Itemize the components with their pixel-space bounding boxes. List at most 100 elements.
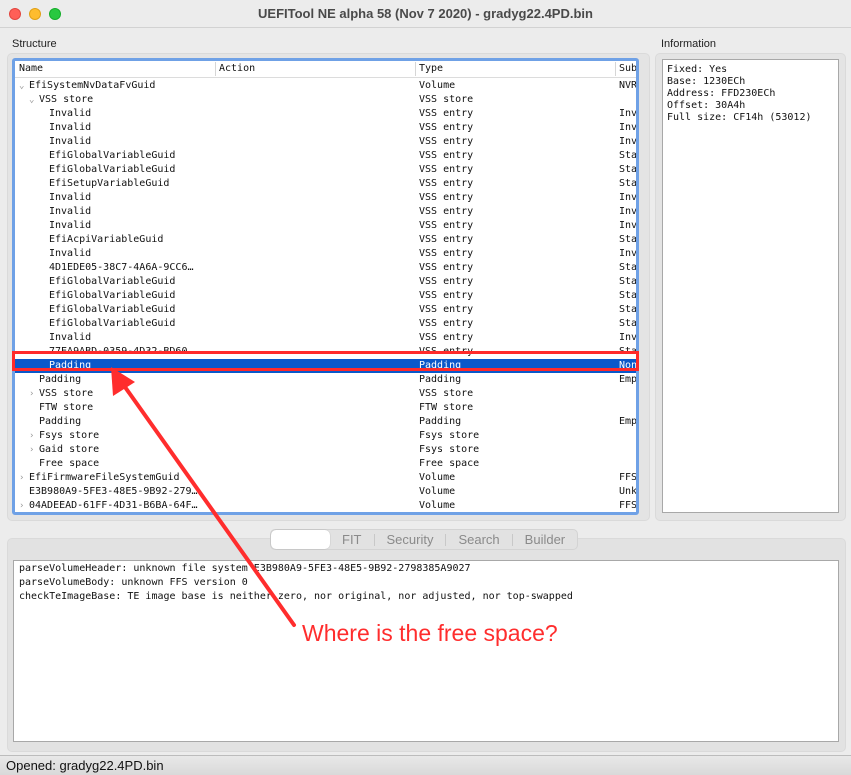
tree-row[interactable]: EfiGlobalVariableGuid VSS entry Standard	[15, 275, 636, 289]
tab-fit[interactable]: FIT	[330, 530, 374, 549]
row-name-text: Invalid	[49, 122, 92, 133]
row-name-text: Fsys store	[39, 430, 100, 441]
tree-row[interactable]: › Gaid store Fsys store	[15, 443, 636, 457]
row-name: Invalid	[15, 248, 215, 259]
row-name-text: E3B980A9-5FE3-48E5-9B92-279…	[29, 486, 198, 497]
tree-row[interactable]: FTW store FTW store	[15, 401, 636, 415]
row-name-text: Free space	[39, 458, 100, 469]
row-subtype: Unknown	[619, 486, 638, 497]
column-header-name[interactable]: Name	[19, 63, 43, 74]
row-type: VSS entry	[419, 206, 474, 217]
tree-row[interactable]: Invalid VSS entry Invalid	[15, 331, 636, 345]
row-type: Volume	[419, 486, 456, 497]
tree-row[interactable]: EfiSetupVariableGuid VSS entry Standard	[15, 177, 636, 191]
column-header-action[interactable]: Action	[219, 63, 255, 74]
row-type: VSS entry	[419, 248, 474, 259]
row-name: Invalid	[15, 332, 215, 343]
tree-row[interactable]: Free space Free space	[15, 457, 636, 471]
row-subtype: Invalid	[619, 136, 638, 147]
tree-row[interactable]: Padding Padding Empty	[15, 373, 636, 387]
tree-row[interactable]: E3B980A9-5FE3-48E5-9B92-279… Volume Unknow…	[15, 485, 636, 499]
row-name: EfiAcpiVariableGuid	[15, 234, 215, 245]
tree-row[interactable]: EfiGlobalVariableGuid VSS entry Standard	[15, 149, 636, 163]
tree-row[interactable]: ⌄ VSS store VSS store	[15, 93, 636, 107]
row-subtype: Standard	[619, 346, 638, 357]
tree-row[interactable]: 4D1EDE05-38C7-4A6A-9CC6… VSS entry Standar…	[15, 261, 636, 275]
row-name-text: VSS store	[39, 94, 94, 105]
tree-row[interactable]: Invalid VSS entry Invalid	[15, 205, 636, 219]
tree-row[interactable]: EfiGlobalVariableGuid VSS entry Standard	[15, 289, 636, 303]
structure-tree[interactable]: Name Action Type Subtype ⌄EfiSystemNvDat…	[12, 58, 639, 515]
row-subtype: Standard	[619, 276, 638, 287]
tree-row[interactable]: Invalid VSS entry Invalid	[15, 219, 636, 233]
row-name: Free space	[15, 458, 215, 469]
row-name: › 04ADEEAD-61FF-4D31-B6BA-64F…	[15, 500, 215, 511]
row-type: VSS entry	[419, 122, 474, 133]
tree-row[interactable]: Invalid VSS entry Invalid	[15, 121, 636, 135]
tree-row[interactable]: › VSS store VSS store	[15, 387, 636, 401]
row-subtype: Standard	[619, 178, 638, 189]
tree-row[interactable]: ›04ADEEAD-61FF-4D31-B6BA-64F… Volume FFSv2	[15, 499, 636, 512]
chevron-right-icon[interactable]: ›	[19, 473, 29, 483]
tree-row[interactable]: ⌄EfiSystemNvDataFvGuid Volume NVRAM	[15, 79, 636, 93]
row-type: VSS entry	[419, 178, 474, 189]
row-subtype: Empty	[619, 374, 638, 385]
tree-row[interactable]: EfiGlobalVariableGuid VSS entry Standard	[15, 163, 636, 177]
message-line[interactable]: checkTeImageBase: TE image base is neith…	[19, 590, 833, 604]
row-type: Padding	[419, 360, 462, 371]
tree-row[interactable]: › Fsys store Fsys store	[15, 429, 636, 443]
tree-row[interactable]: ›EfiFirmwareFileSystemGuid Volume FFSv2	[15, 471, 636, 485]
chevron-down-icon[interactable]: ⌄	[19, 81, 29, 91]
row-name-text: VSS store	[39, 388, 94, 399]
chevron-right-icon[interactable]: ›	[29, 431, 39, 441]
row-type: VSS entry	[419, 234, 474, 245]
tab-parser[interactable]	[271, 530, 330, 549]
row-subtype: Invalid	[619, 192, 638, 203]
chevron-right-icon[interactable]: ›	[29, 445, 39, 455]
chevron-right-icon[interactable]: ›	[19, 501, 29, 511]
tree-row[interactable]: Padding Padding Empty	[15, 415, 636, 429]
title-bar: UEFITool NE alpha 58 (Nov 7 2020) - grad…	[0, 0, 851, 28]
row-subtype: Standard	[619, 150, 638, 161]
row-name-text: FTW store	[39, 402, 94, 413]
row-name-text: EfiAcpiVariableGuid	[49, 234, 164, 245]
row-name: › Gaid store	[15, 444, 215, 455]
column-header-subtype[interactable]: Subtype	[619, 63, 636, 74]
row-name: EfiSetupVariableGuid	[15, 178, 215, 189]
chevron-right-icon[interactable]: ›	[29, 389, 39, 399]
structure-label: Structure	[12, 38, 57, 50]
chevron-down-icon[interactable]: ⌄	[29, 95, 39, 105]
row-name: Invalid	[15, 206, 215, 217]
tree-row[interactable]: Padding Padding Non-empty	[15, 359, 636, 373]
tree-row[interactable]: Invalid VSS entry Invalid	[15, 135, 636, 149]
tree-row[interactable]: EfiGlobalVariableGuid VSS entry Standard	[15, 303, 636, 317]
row-name-text: EfiGlobalVariableGuid	[49, 276, 176, 287]
tree-row[interactable]: Invalid VSS entry Invalid	[15, 247, 636, 261]
message-line[interactable]: parseVolumeBody: unknown FFS version 0	[19, 576, 833, 590]
row-subtype: Standard	[619, 234, 638, 245]
row-type: Volume	[419, 80, 456, 91]
tab-security[interactable]: Security	[375, 530, 446, 549]
status-text: Opened: gradyg22.4PD.bin	[6, 758, 164, 773]
tree-row[interactable]: EfiGlobalVariableGuid VSS entry Standard	[15, 317, 636, 331]
row-name: Padding	[15, 416, 215, 427]
tree-row[interactable]: Invalid VSS entry Invalid	[15, 107, 636, 121]
row-type: VSS entry	[419, 276, 474, 287]
row-name: ⌄ VSS store	[15, 94, 215, 105]
row-name: EfiGlobalVariableGuid	[15, 318, 215, 329]
tree-row[interactable]: Invalid VSS entry Invalid	[15, 191, 636, 205]
row-name-text: EfiGlobalVariableGuid	[49, 164, 176, 175]
row-type: Volume	[419, 500, 456, 511]
row-subtype: Standard	[619, 164, 638, 175]
row-name-text: EfiFirmwareFileSystemGuid	[29, 472, 180, 483]
tree-row[interactable]: 77EA9ABD-0359-4D32-BD60… VSS entry Standar…	[15, 345, 636, 359]
tree-row[interactable]: EfiAcpiVariableGuid VSS entry Standard	[15, 233, 636, 247]
row-subtype: Invalid	[619, 220, 638, 231]
tree-rows: ⌄EfiSystemNvDataFvGuidVolumeNVRAM⌄VSS st…	[15, 79, 636, 512]
row-name: EfiGlobalVariableGuid	[15, 164, 215, 175]
tab-builder[interactable]: Builder	[513, 530, 577, 549]
message-line[interactable]: parseVolumeHeader: unknown file system E…	[19, 562, 833, 576]
tab-search[interactable]: Search	[446, 530, 511, 549]
row-name: Invalid	[15, 108, 215, 119]
column-header-type[interactable]: Type	[419, 63, 443, 74]
